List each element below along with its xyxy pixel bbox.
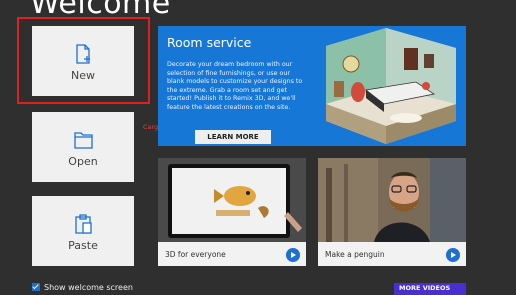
- video-card-3d-for-everyone[interactable]: 3D for everyone: [158, 158, 306, 266]
- hero-title: Room service: [167, 35, 252, 50]
- page-title: Welcome: [30, 0, 171, 21]
- more-videos-label: MORE VIDEOS: [399, 284, 451, 292]
- folder-icon: [74, 132, 93, 149]
- video-label: Make a penguin: [325, 250, 385, 259]
- new-button[interactable]: New: [32, 26, 134, 96]
- clipboard-icon: [75, 214, 92, 234]
- open-label: Open: [68, 155, 98, 168]
- video-thumbnail: [318, 158, 466, 242]
- show-welcome-checkbox[interactable]: Show welcome screen: [32, 282, 133, 292]
- hero-banner: Room service Decorate your dream bedroom…: [158, 26, 466, 146]
- show-welcome-label: Show welcome screen: [44, 283, 133, 292]
- new-file-icon: [76, 44, 90, 64]
- learn-more-button[interactable]: LEARN MORE: [195, 130, 271, 144]
- checkbox-checked-icon[interactable]: [32, 282, 40, 291]
- video-card-make-a-penguin[interactable]: Make a penguin: [318, 158, 466, 266]
- video-thumbnail: [158, 158, 306, 242]
- video-label: 3D for everyone: [165, 250, 226, 259]
- paste-label: Paste: [68, 239, 98, 252]
- paste-button[interactable]: Paste: [32, 196, 134, 266]
- room-illustration: [326, 28, 456, 144]
- hero-description: Decorate your dream bedroom with our sel…: [167, 61, 303, 111]
- play-icon[interactable]: [446, 248, 460, 262]
- more-videos-button[interactable]: MORE VIDEOS: [394, 283, 466, 295]
- open-button[interactable]: Open: [32, 112, 134, 182]
- play-icon[interactable]: [286, 248, 300, 262]
- new-label: New: [71, 69, 95, 82]
